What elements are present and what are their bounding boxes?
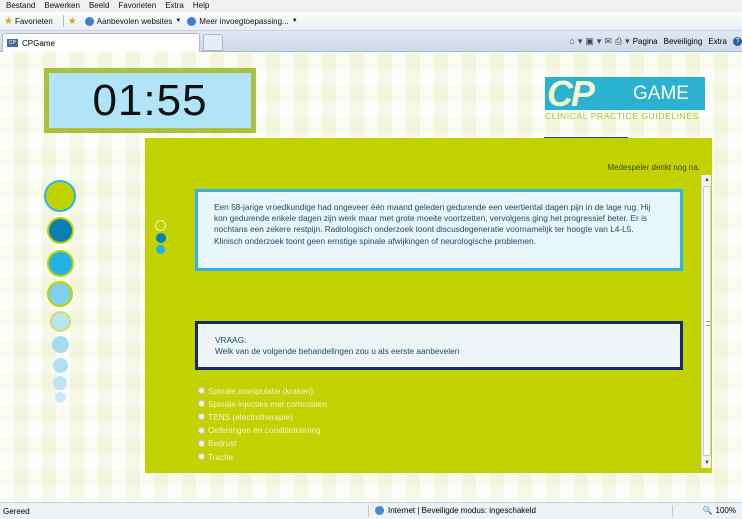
command-bar: ⌂ ▾ ▣ ▾ ✉ ⎙ ▾ Pagina Beveiliging Extra ? <box>569 33 742 49</box>
mini-dot <box>155 220 166 231</box>
add-favorite-button[interactable]: ★ <box>68 16 79 27</box>
star-icon: ★ <box>4 15 13 27</box>
option-label: Oefeningen en conditietraining <box>208 425 321 436</box>
new-tab-button[interactable] <box>203 34 223 51</box>
chevron-down-icon: ▼ <box>175 18 182 24</box>
scroll-down-icon[interactable]: ▼ <box>702 458 712 468</box>
addons-button[interactable]: Meer invoegtoepassing... ▼ <box>187 16 298 26</box>
option-label: TENS (electrotherapie) <box>208 411 293 422</box>
mail-icon[interactable]: ✉ <box>604 36 612 47</box>
globe-icon <box>375 506 384 515</box>
level-dot <box>46 250 74 277</box>
mini-dot <box>155 233 166 243</box>
mini-dot <box>156 245 165 254</box>
question-text: Welk van de volgende behandelingen zou u… <box>215 345 460 356</box>
logo-subtitle: CLINICAL PRACTICE GUIDELINES <box>545 111 699 121</box>
scroll-up-icon[interactable]: ▲ <box>702 175 712 185</box>
radio-button[interactable] <box>198 453 205 461</box>
zoom-control[interactable]: 🔍 100% <box>703 506 736 515</box>
answer-option[interactable]: Spinale manipulatie (kraken) <box>198 384 327 397</box>
option-label: Tractie <box>208 451 234 462</box>
menu-tools[interactable]: Extra <box>165 0 184 12</box>
page-content: 01:55 CP GAME CLINICAL PRACTICE GUIDELIN… <box>0 52 742 502</box>
answer-option[interactable]: Oefeningen en conditietraining <box>198 424 327 437</box>
add-favorite-icon: ★ <box>67 15 77 27</box>
suggested-sites-label: Aanbevolen websites <box>96 16 173 26</box>
level-dot <box>53 376 67 390</box>
tab-cpgame[interactable]: CP CPGame <box>2 33 200 52</box>
countdown-timer: 01:55 <box>49 73 251 128</box>
radio-button[interactable] <box>198 426 205 434</box>
security-zone[interactable]: Internet | Beveiligde modus: ingeschakel… <box>375 506 536 515</box>
chevron-down-icon[interactable]: ▾ <box>597 36 602 47</box>
question-panel: Medespeler denkt nog na. Een 58-jarige v… <box>145 138 712 473</box>
level-dot <box>44 180 76 212</box>
status-text: Gereed <box>3 506 30 516</box>
cpgame-logo: CP GAME CLINICAL PRACTICE GUIDELINES <box>545 76 705 125</box>
status-divider <box>672 505 673 517</box>
menu-bar: Bestand Bewerken Beeld Favorieten Extra … <box>0 0 742 12</box>
menu-file[interactable]: Bestand <box>6 0 35 12</box>
security-menu[interactable]: Beveiliging <box>664 37 703 46</box>
favbar-divider <box>62 15 64 27</box>
chevron-down-icon: ▼ <box>291 18 298 24</box>
feeds-icon[interactable]: ▣ <box>585 36 594 47</box>
addons-label: Meer invoegtoepassing... <box>199 16 289 26</box>
favorites-button[interactable]: ★ Favorieten <box>4 16 53 27</box>
addon-icon <box>187 16 197 26</box>
extra-menu[interactable]: Extra <box>708 37 727 46</box>
tab-title: CPGame <box>22 38 55 48</box>
level-dot <box>47 281 73 307</box>
grip-icon <box>706 321 710 326</box>
answer-option[interactable]: TENS (electrotherapie) <box>198 410 327 423</box>
scroll-thumb[interactable] <box>703 186 711 456</box>
help-icon[interactable]: ? <box>733 36 742 46</box>
ie-icon <box>84 16 94 26</box>
suggested-sites-button[interactable]: Aanbevolen websites ▼ <box>84 16 182 26</box>
answer-options: Spinale manipulatie (kraken) Spinale inj… <box>198 384 327 463</box>
level-dot <box>54 392 66 403</box>
scenario-box: Een 58-jarige vroedkundige had ongeveer … <box>195 189 683 271</box>
level-dot <box>51 336 69 353</box>
menu-help[interactable]: Help <box>193 0 209 12</box>
question-heading: VRAAG: <box>215 335 247 345</box>
opponent-status: Medespeler denkt nog na. <box>607 163 700 172</box>
print-icon[interactable]: ⎙ <box>615 36 622 47</box>
level-dot <box>46 217 74 244</box>
radio-button[interactable] <box>198 413 205 421</box>
level-dot <box>49 311 71 332</box>
radio-button[interactable] <box>198 439 205 447</box>
radio-button[interactable] <box>198 387 205 395</box>
page-favicon-icon: CP <box>7 39 18 47</box>
menu-favorites[interactable]: Favorieten <box>118 0 156 12</box>
home-icon[interactable]: ⌂ <box>569 36 574 46</box>
magnifier-icon: 🔍 <box>702 506 713 515</box>
radio-button[interactable] <box>198 400 205 408</box>
status-divider <box>368 505 369 517</box>
menu-view[interactable]: Beeld <box>89 0 109 12</box>
answer-option[interactable]: Tractie <box>198 450 327 463</box>
answer-option[interactable]: Bedrust <box>198 437 327 450</box>
panel-scrollbar[interactable]: ▲ ▼ <box>701 175 711 468</box>
logo-game: GAME <box>631 77 705 110</box>
page-menu[interactable]: Pagina <box>633 37 658 46</box>
chevron-down-icon[interactable]: ▾ <box>625 36 630 47</box>
logo-cp: CP <box>545 76 631 112</box>
chevron-down-icon[interactable]: ▾ <box>578 36 583 47</box>
favorites-bar: ★ Favorieten ★ Aanbevolen websites ▼ Mee… <box>0 12 742 31</box>
question-box: VRAAG: Welk van de volgende behandelinge… <box>195 321 683 370</box>
menu-edit[interactable]: Bewerken <box>44 0 80 12</box>
answer-option[interactable]: Spinale injecties met corticoïden <box>198 397 327 410</box>
option-label: Bedrust <box>208 438 237 449</box>
zone-label: Internet | Beveiligde modus: ingeschakel… <box>388 506 536 515</box>
option-label: Spinale injecties met corticoïden <box>208 398 327 409</box>
favorites-label: Favorieten <box>14 16 53 26</box>
option-label: Spinale manipulatie (kraken) <box>208 385 314 396</box>
zoom-level: 100% <box>715 506 736 515</box>
status-bar: Gereed Internet | Beveiligde modus: inge… <box>0 502 742 519</box>
level-dot <box>52 358 68 373</box>
timer-frame: 01:55 <box>44 68 256 133</box>
